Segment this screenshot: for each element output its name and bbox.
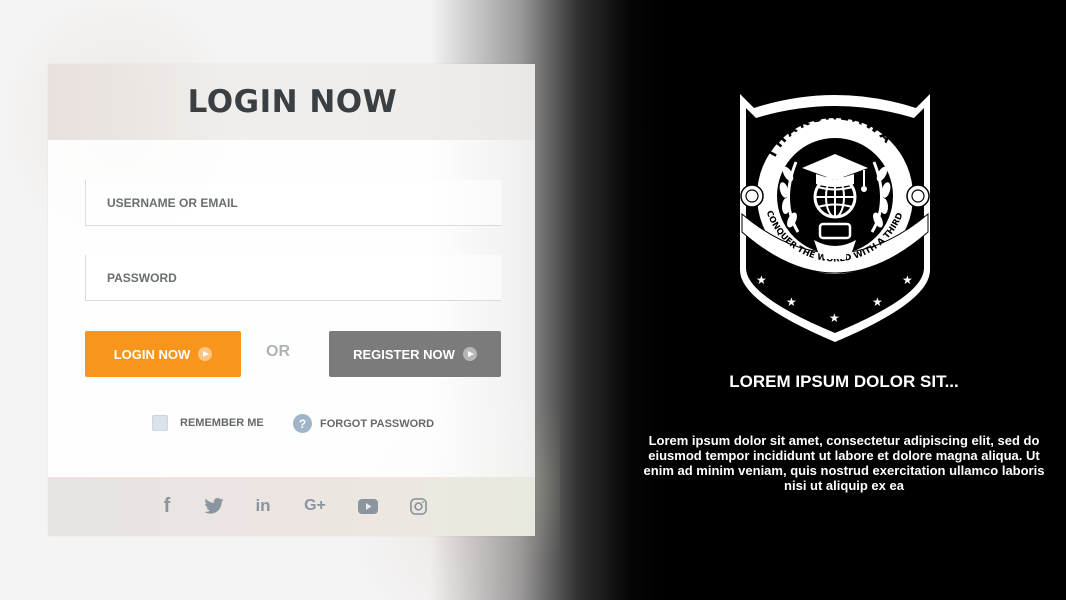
forgot-password-link[interactable]: ? FORGOT PASSWORD [293,414,434,433]
forgot-password-label: FORGOT PASSWORD [320,417,435,430]
social-bar: f in G+ [48,477,535,536]
remember-me-checkbox[interactable] [152,415,168,431]
promo-title: LOREM IPSUM DOLOR SIT... [729,372,959,391]
promo-body: Lorem ipsum dolor sit amet, consectetur … [643,433,1045,493]
twitter-icon[interactable] [203,495,225,517]
linkedin-icon[interactable]: in [253,495,273,517]
svg-text:★: ★ [902,273,913,287]
login-button-label: LOGIN NOW [113,346,191,362]
login-card: LOGIN NOW LOGIN NOW OR REGISTER NOW REME… [48,64,535,536]
svg-text:★: ★ [756,273,767,287]
username-input[interactable] [86,180,501,225]
svg-text:★: ★ [818,124,826,134]
register-button-label: REGISTER NOW [353,346,455,362]
google-plus-icon[interactable]: G+ [302,495,328,517]
register-button[interactable]: REGISTER NOW [329,331,501,377]
login-title: LOGIN NOW [187,84,398,120]
login-options: REMEMBER ME ? FORGOT PASSWORD [48,414,535,437]
remember-me-option[interactable]: REMEMBER ME [152,415,264,431]
login-button[interactable]: LOGIN NOW [85,331,241,377]
question-icon: ? [293,414,312,433]
play-circle-icon [198,347,213,361]
svg-text:★: ★ [872,295,883,309]
instagram-icon[interactable] [408,495,428,517]
svg-text:★: ★ [856,131,863,140]
password-input[interactable] [86,255,501,300]
svg-text:★: ★ [844,124,852,134]
thaksalawa-emblem-logo: THAKSALAWA CONQUER THE WORLD WITH A THIR… [736,92,930,342]
svg-text:★: ★ [831,120,839,130]
youtube-icon[interactable] [357,495,379,517]
username-field[interactable] [85,180,501,226]
login-card-header: LOGIN NOW [48,64,535,140]
facebook-icon[interactable]: f [161,495,173,517]
password-field[interactable] [85,255,501,301]
play-circle-icon [462,347,477,361]
svg-text:★: ★ [806,131,813,140]
remember-me-label: REMEMBER ME [180,417,264,429]
svg-text:★: ★ [786,295,797,309]
or-separator: OR [266,343,290,360]
svg-text:★: ★ [829,311,840,325]
